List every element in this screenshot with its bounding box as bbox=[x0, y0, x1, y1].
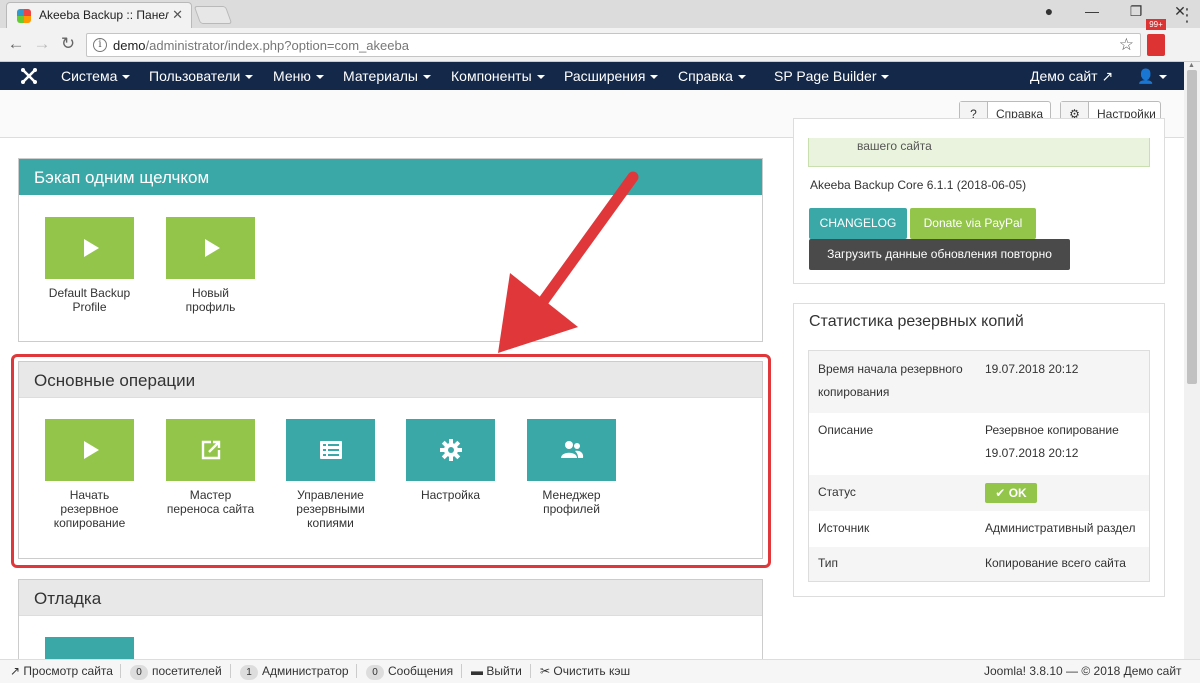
menu-help[interactable]: Справка bbox=[678, 68, 746, 84]
reload-update-button[interactable]: Загрузить данные обновления повторно bbox=[809, 239, 1070, 270]
table-row: Время начала резервного копирования 19.0… bbox=[809, 351, 1149, 413]
info-icon[interactable]: i bbox=[93, 38, 107, 52]
highlight-frame bbox=[11, 354, 771, 568]
back-icon[interactable]: ← bbox=[6, 34, 26, 54]
menu-system[interactable]: Система bbox=[61, 68, 131, 84]
wrench-icon: ✂ bbox=[540, 664, 551, 678]
play-icon bbox=[166, 217, 255, 279]
extension-icon[interactable] bbox=[1147, 34, 1165, 56]
bookmark-star-icon[interactable]: ☆ bbox=[1119, 35, 1134, 55]
joomla-favicon-icon bbox=[17, 9, 31, 23]
scroll-up-icon[interactable]: ▲ bbox=[1188, 62, 1195, 69]
admins-count[interactable]: 1 Администратор bbox=[240, 664, 349, 680]
stats-title: Статистика резервных копий bbox=[809, 313, 1024, 330]
clear-cache-link[interactable]: ✂ Очистить кэш bbox=[540, 664, 630, 678]
menu-extensions[interactable]: Расширения bbox=[564, 68, 659, 84]
minimize-icon[interactable]: — bbox=[1077, 3, 1107, 19]
external-link-icon: ↗ bbox=[10, 664, 21, 678]
restore-icon[interactable]: ❐ bbox=[1121, 3, 1151, 20]
view-site-link[interactable]: ↗ Просмотр сайта bbox=[10, 664, 113, 678]
extension-badge: 99+ bbox=[1146, 19, 1166, 30]
visitors-count[interactable]: 0 посетителей bbox=[130, 664, 222, 680]
debug-title: Отладка bbox=[19, 580, 762, 616]
donate-button[interactable]: Donate via PayPal bbox=[910, 208, 1036, 239]
user-menu[interactable]: 👤 bbox=[1137, 68, 1168, 85]
update-alert: вашего сайта bbox=[808, 138, 1150, 167]
one-click-panel: Бэкап одним щелчком Default Backup Profi… bbox=[18, 158, 763, 342]
browser-toolbar: ← → ↻ i demo/administrator/index.php?opt… bbox=[0, 28, 1200, 62]
menu-components[interactable]: Компоненты bbox=[451, 68, 545, 84]
new-tab-button[interactable] bbox=[193, 6, 233, 24]
admin-menu-bar: Система Пользователи Меню Материалы Комп… bbox=[0, 62, 1184, 90]
profile-icon[interactable]: ● bbox=[1034, 3, 1064, 19]
status-badge: ✔ OK bbox=[985, 483, 1037, 503]
tile-new-profile[interactable]: Новый профиль bbox=[166, 217, 255, 314]
browser-menu-icon[interactable]: ⋮ bbox=[1178, 5, 1196, 26]
site-link[interactable]: Демо сайт ↗ bbox=[1030, 68, 1113, 85]
browser-tab[interactable]: Akeeba Backup :: Панель ✕ bbox=[6, 2, 192, 28]
url-text: demo/administrator/index.php?option=com_… bbox=[113, 38, 409, 53]
address-bar[interactable]: i demo/administrator/index.php?option=co… bbox=[86, 33, 1141, 57]
table-row: Источник Административный раздел bbox=[818, 521, 1136, 535]
joomla-logo-icon[interactable] bbox=[20, 67, 38, 85]
menu-menus[interactable]: Меню bbox=[273, 68, 324, 84]
menu-users[interactable]: Пользователи bbox=[149, 68, 254, 84]
user-icon: 👤 bbox=[1137, 68, 1155, 84]
version-text: Akeeba Backup Core 6.1.1 (2018-06-05) bbox=[810, 178, 1027, 192]
table-row: Статус ✔ OK bbox=[809, 475, 1149, 511]
tab-close-icon[interactable]: ✕ bbox=[172, 7, 183, 23]
scroll-thumb[interactable] bbox=[1187, 70, 1197, 384]
reload-icon[interactable]: ↻ bbox=[58, 34, 78, 54]
minus-icon: ▬ bbox=[471, 664, 483, 678]
status-bar: ↗ Просмотр сайта 0 посетителей 1 Администр… bbox=[0, 659, 1200, 683]
debug-panel: Отладка bbox=[18, 579, 763, 683]
stats-table: Время начала резервного копирования 19.0… bbox=[808, 350, 1150, 582]
forward-icon[interactable]: → bbox=[32, 34, 52, 54]
tile-default-backup-profile[interactable]: Default Backup Profile bbox=[45, 217, 134, 314]
footer-text: Joomla! 3.8.10 — © 2018 Демо сайт bbox=[984, 664, 1182, 678]
red-arrow-annotation bbox=[498, 171, 639, 353]
table-row: Описание Резервное копирование 19.07.201… bbox=[818, 423, 1119, 460]
play-icon bbox=[45, 217, 134, 279]
logout-link[interactable]: ▬ Выйти bbox=[471, 664, 522, 678]
menu-content[interactable]: Материалы bbox=[343, 68, 431, 84]
page-scrollbar[interactable]: ▲ bbox=[1184, 62, 1200, 659]
external-link-icon: ↗ bbox=[1101, 68, 1114, 84]
tab-title: Akeeba Backup :: Панель bbox=[39, 8, 169, 22]
browser-tab-bar: Akeeba Backup :: Панель ✕ ● — ❐ ✕ bbox=[0, 0, 1200, 28]
messages-count[interactable]: 0 Сообщения bbox=[366, 664, 453, 680]
one-click-title: Бэкап одним щелчком bbox=[19, 159, 762, 195]
table-row: Тип Копирование всего сайта bbox=[809, 547, 1149, 581]
menu-sp-page-builder[interactable]: SP Page Builder bbox=[774, 68, 890, 84]
changelog-button[interactable]: CHANGELOG bbox=[809, 208, 907, 239]
